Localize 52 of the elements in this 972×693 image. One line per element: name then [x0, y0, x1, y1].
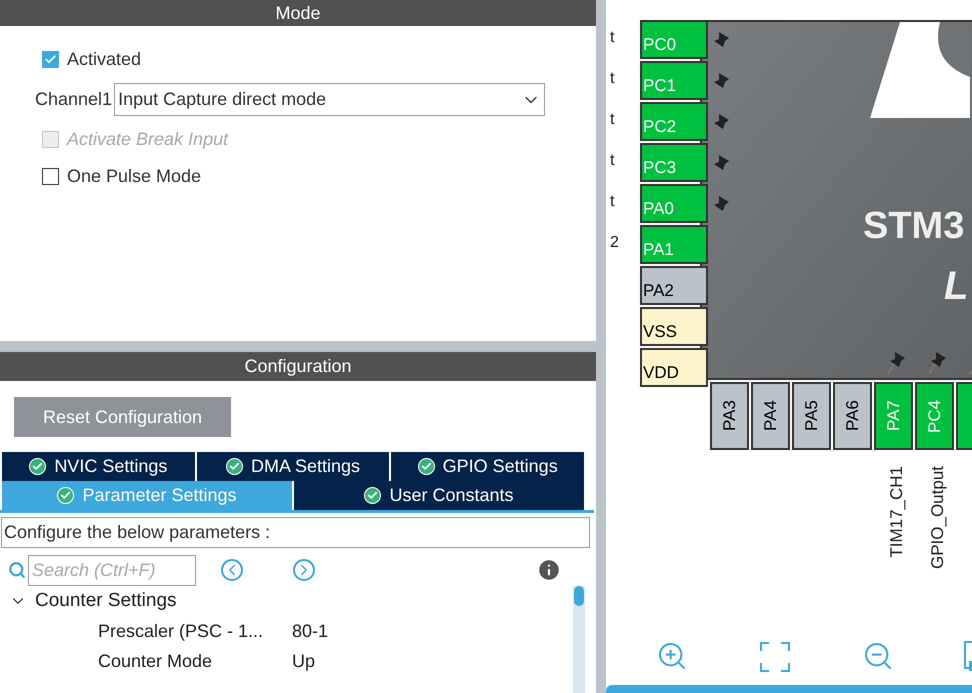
tree-group[interactable]: Counter Settings: [9, 586, 573, 616]
pin-signal-label: TIM17_CH1: [886, 466, 907, 558]
checkbox-label: Activate Break Input: [67, 128, 228, 151]
pin-signal-label: t: [610, 28, 614, 48]
pin[interactable]: VDD: [640, 348, 708, 387]
mode-header: Mode: [0, 0, 596, 26]
pin[interactable]: PA6: [833, 382, 872, 450]
pin-signal-label: t: [610, 110, 614, 130]
chip-name: STM3: [863, 204, 964, 249]
settings-tab[interactable]: User Constants: [294, 481, 586, 510]
settings-tab[interactable]: DMA Settings: [196, 452, 392, 481]
fit-to-screen-icon[interactable]: [760, 642, 790, 672]
scrollbar-thumb[interactable]: [574, 586, 584, 606]
pin-signal-label: t: [610, 151, 614, 171]
field-label: Channel1: [35, 88, 112, 111]
checkmark-icon: [367, 490, 378, 501]
checkmark-icon: [32, 461, 44, 472]
pin-signal-label: GPIO_Output: [927, 466, 948, 569]
previous-icon[interactable]: [221, 559, 243, 581]
configuration-header: Configuration: [0, 352, 596, 381]
checkmark-icon: [44, 53, 57, 66]
parameter-value: Up: [292, 650, 316, 673]
settings-tab[interactable]: NVIC Settings: [2, 452, 197, 481]
chip-series: L: [944, 263, 968, 310]
checkmark-icon: [420, 461, 432, 472]
checkbox-label: Activated: [67, 48, 142, 71]
settings-tab[interactable]: GPIO Settings: [391, 452, 586, 481]
scrollbar-track[interactable]: [573, 586, 585, 693]
parameter-name: Counter Mode: [98, 650, 214, 672]
pin-signal-label: t: [610, 69, 614, 89]
pin[interactable]: PA5: [792, 382, 831, 450]
checkbox[interactable]: [42, 51, 59, 68]
channel-dropdown[interactable]: Input Capture direct mode: [114, 83, 546, 116]
pin[interactable]: PA4: [751, 382, 790, 450]
pin-signal-label: 2: [610, 233, 619, 253]
parameter-name: Prescaler (PSC - 1...: [98, 620, 264, 643]
parameter-value: 80-1: [292, 620, 328, 642]
search-field[interactable]: Search (Ctrl+F): [28, 554, 196, 586]
checkmark-icon: [60, 490, 72, 501]
next-icon[interactable]: [293, 559, 315, 581]
pin[interactable]: PA2: [640, 266, 708, 305]
zoom-in-icon[interactable]: [656, 640, 688, 672]
pin[interactable]: VSS: [640, 307, 708, 346]
pin-signal-label: t: [610, 192, 614, 212]
checkbox-label: One Pulse Mode: [67, 165, 202, 188]
search-icon: [8, 561, 26, 579]
pin[interactable]: PA3: [710, 382, 749, 450]
info-icon[interactable]: [536, 557, 562, 583]
checkmark-icon: [228, 461, 240, 472]
parameters-hint: Configure the below parameters :: [1, 517, 590, 548]
checkbox[interactable]: [42, 168, 59, 185]
zoom-out-icon[interactable]: [862, 640, 894, 672]
